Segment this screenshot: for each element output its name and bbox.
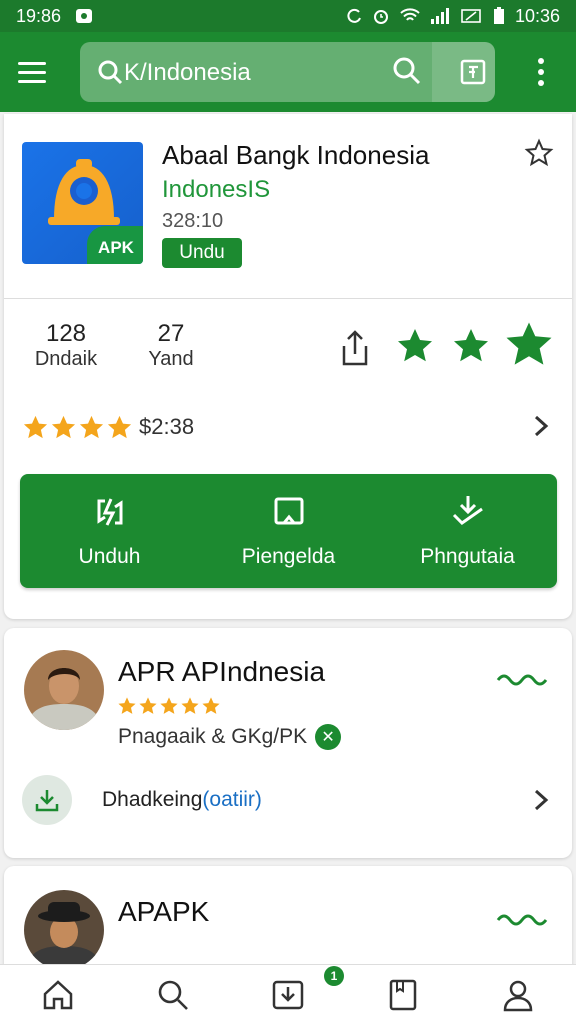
rating-stars — [22, 414, 133, 441]
refresh-icon — [97, 498, 122, 526]
bottom-navigation — [0, 964, 576, 1024]
chevron-right-icon[interactable] — [530, 786, 552, 814]
filter-icon[interactable] — [460, 58, 486, 86]
stat-label: Dndaik — [34, 348, 98, 370]
green-star-icon[interactable] — [395, 326, 435, 366]
avatar-photo-icon — [24, 650, 104, 730]
nav-home[interactable] — [0, 965, 115, 1024]
search-submit-icon[interactable] — [392, 56, 422, 86]
app-title: Abaal Bangk Indonesia — [162, 140, 430, 170]
downloads-badge: 1 — [324, 966, 344, 986]
wave-icon — [496, 674, 548, 686]
app-version: 328:10 — [162, 210, 224, 232]
download-row[interactable]: Dhadkeing(oatiir) — [22, 768, 562, 832]
status-bar: 19:86 10:36 — [0, 0, 576, 32]
action-pengunduh-button[interactable]: Phngutaia — [378, 474, 557, 588]
signal-icon — [430, 8, 449, 24]
action-pengelola-button[interactable]: Piengelda — [199, 474, 378, 588]
nav-profile[interactable] — [461, 965, 576, 1024]
app-detail-card: APK Abaal Bangk Indonesia IndonesIS 328:… — [4, 114, 572, 619]
price-text: $2:38 — [139, 414, 195, 439]
app-bar — [0, 32, 576, 112]
stat-value: 27 — [157, 320, 185, 347]
avatar[interactable] — [24, 890, 104, 970]
install-button[interactable]: Undu — [162, 238, 242, 268]
star-icon — [160, 697, 178, 714]
stat-downloads: 128 Dndaik — [26, 320, 106, 371]
download-icon-circle — [22, 775, 72, 825]
alarm-icon — [373, 10, 388, 24]
review-card: APAPK — [4, 866, 572, 976]
star-icon — [202, 697, 220, 714]
battery-saver-icon — [461, 9, 481, 23]
profile-icon — [504, 980, 533, 1011]
tablet-icon — [274, 497, 303, 525]
chevron-right-icon[interactable] — [530, 412, 552, 440]
bell-logo-icon — [48, 159, 120, 225]
stat-label: Yand — [148, 348, 194, 370]
review-card: APR APIndnesia Pnagaaik & GKg/PK ✕ Dhadk… — [4, 628, 572, 858]
favorite-star-icon[interactable] — [524, 138, 554, 168]
review-meta-text: Pnagaaik & GKg/PK — [118, 725, 308, 748]
stat-reviews: 27 Yand — [136, 320, 206, 371]
action-label: Phngutaia — [420, 545, 515, 568]
star-icon — [181, 697, 199, 714]
more-options-icon[interactable] — [528, 55, 554, 89]
star-icon — [118, 697, 136, 714]
share-icon[interactable] — [338, 328, 372, 368]
notification-icon — [76, 9, 93, 23]
green-star-icon[interactable] — [451, 326, 491, 366]
star-icon — [139, 697, 157, 714]
download-icon — [35, 790, 59, 812]
star-icon — [23, 415, 48, 438]
star-icon — [107, 415, 132, 438]
avatar[interactable] — [24, 650, 104, 730]
reviewer-name: APR APIndnesia — [118, 656, 326, 687]
search-input[interactable] — [124, 60, 394, 86]
download-check-icon — [452, 496, 483, 525]
review-meta: Pnagaaik & GKg/PK ✕ — [118, 724, 342, 750]
green-star-icon[interactable] — [504, 320, 554, 370]
star-icon — [79, 415, 104, 438]
action-label: Unduh — [78, 545, 141, 568]
wifi-icon — [400, 8, 420, 21]
nav-library[interactable] — [346, 965, 461, 1024]
stat-value: 128 — [45, 320, 87, 347]
action-panel: Unduh Piengelda Phngutaia — [20, 474, 557, 588]
search-icon — [158, 980, 188, 1010]
app-icon[interactable]: APK — [22, 142, 143, 264]
divider — [4, 298, 572, 299]
search-bar[interactable] — [80, 42, 495, 102]
app-developer[interactable]: IndonesIS — [162, 176, 270, 204]
menu-icon[interactable] — [18, 54, 58, 90]
rating-row[interactable]: $2:38 — [22, 410, 562, 444]
star-icon — [51, 415, 76, 438]
status-time-right: 10:36 — [514, 5, 560, 26]
library-icon — [389, 979, 417, 1010]
action-unduh-button[interactable]: Unduh — [20, 474, 199, 588]
wave-icon — [496, 914, 548, 926]
sync-icon — [347, 8, 361, 23]
apk-badge: APK — [87, 226, 143, 264]
search-icon — [98, 60, 123, 85]
verified-check-icon: ✕ — [315, 724, 342, 750]
action-label: Piengelda — [241, 545, 336, 568]
download-label: Dhadkeing — [102, 788, 203, 811]
download-text: Dhadkeing(oatiir) — [102, 788, 262, 812]
status-time: 19:86 — [16, 5, 62, 26]
avatar-photo-icon — [24, 890, 104, 970]
nav-search[interactable] — [115, 965, 230, 1024]
review-stars — [117, 696, 221, 716]
battery-icon — [493, 7, 504, 24]
downloads-icon — [272, 980, 304, 1009]
reviewer-name: APAPK — [118, 896, 210, 927]
home-icon — [43, 979, 72, 1009]
download-link[interactable]: (oatiir) — [202, 788, 262, 811]
